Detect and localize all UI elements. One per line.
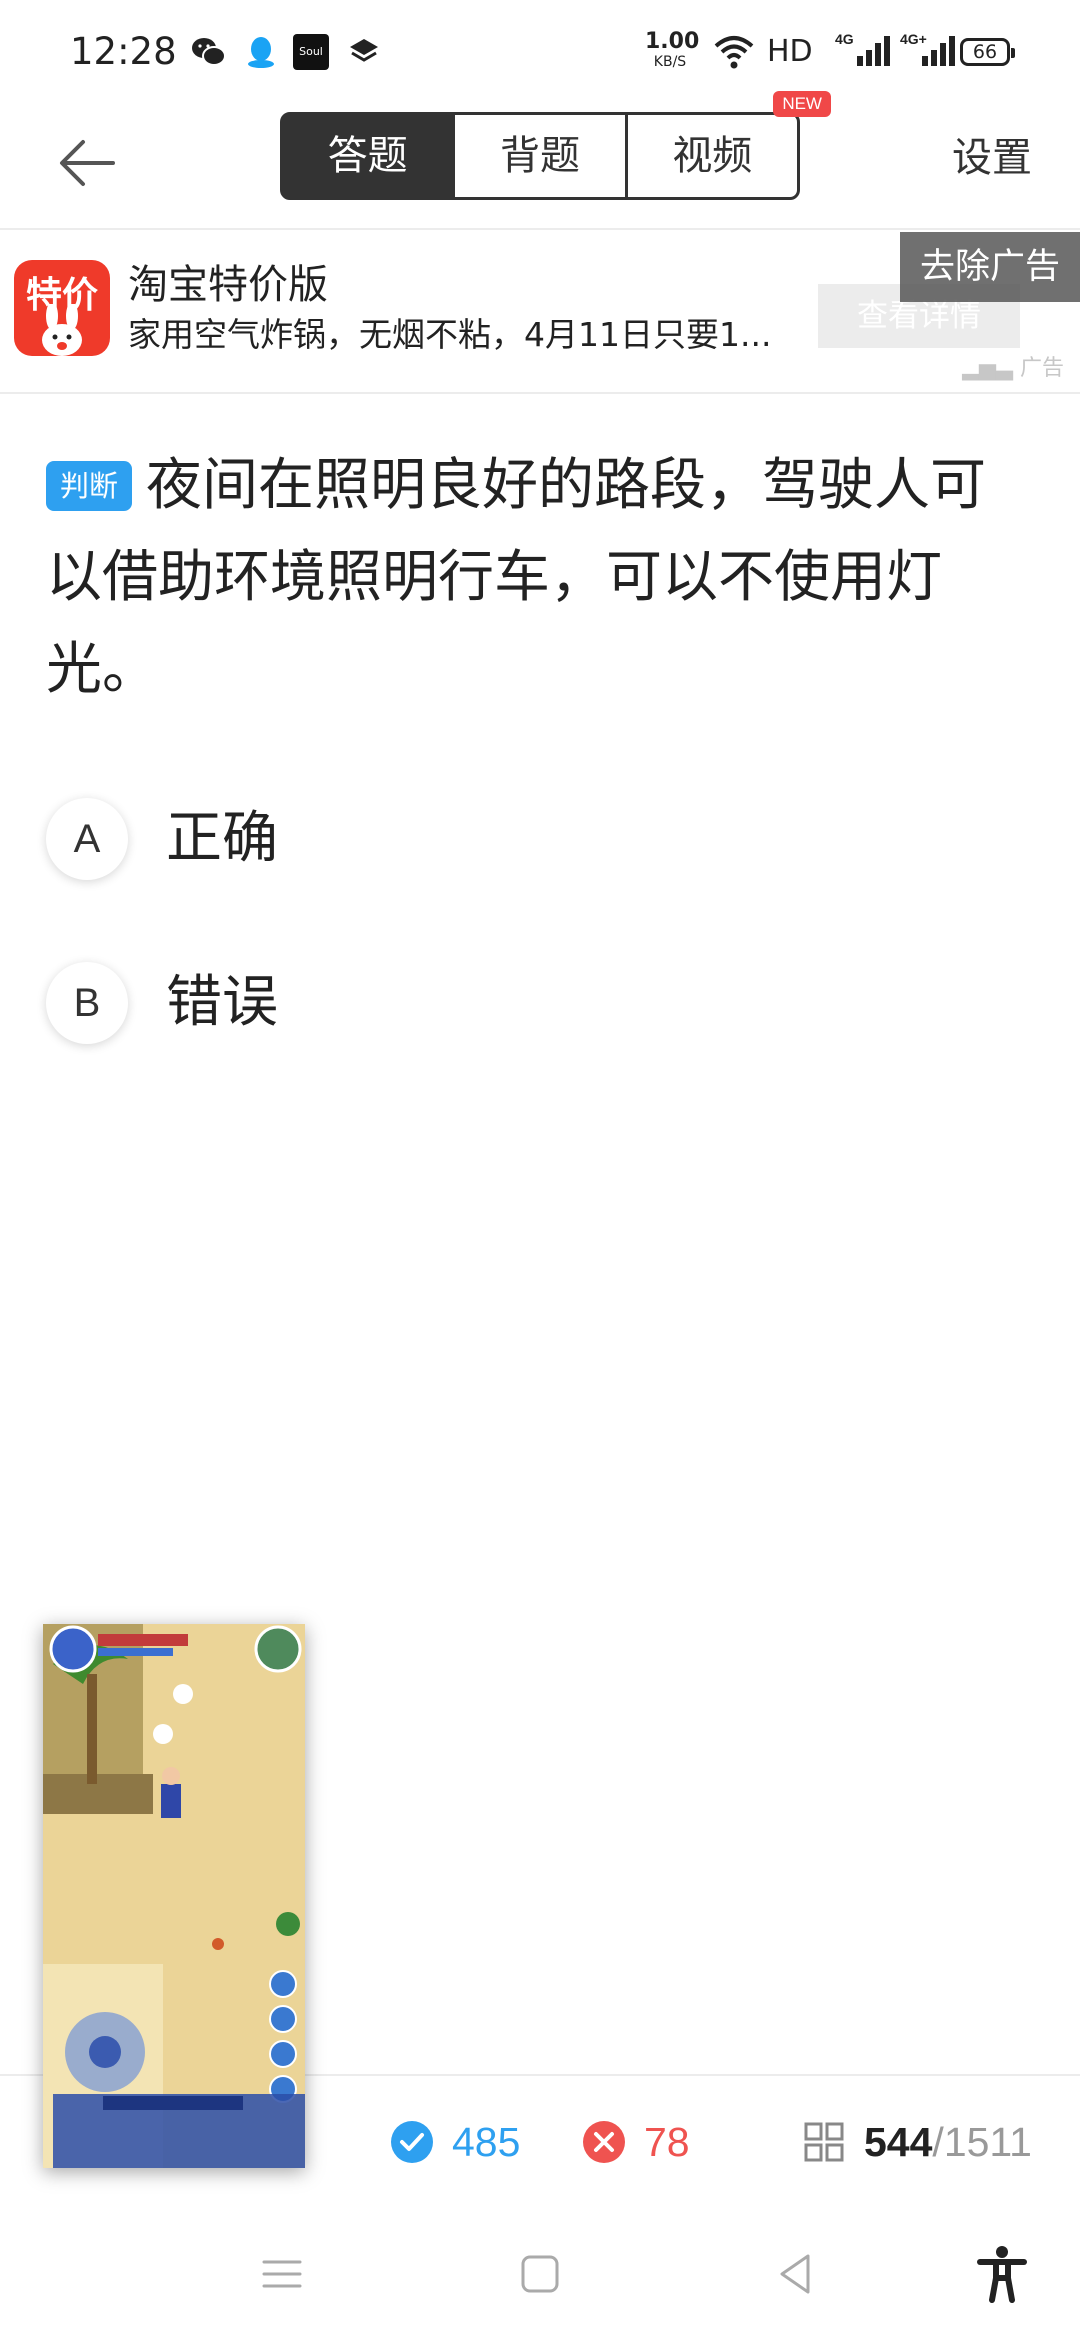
home-icon[interactable] [510,2244,570,2304]
mode-tabs: 答题 背题 视频 NEW [280,91,831,200]
svg-text:4G+: 4G+ [900,31,927,47]
new-badge: NEW [773,91,831,117]
check-circle-icon [391,2121,433,2163]
option-b-label: 错误 [166,970,278,1035]
tab-answer[interactable]: 答题 [283,115,456,197]
ad-mark-label: 广告 [1019,356,1064,381]
signal-4g-icon: 4G [835,31,890,66]
tab-video-label: 视频 [672,133,753,179]
x-circle-icon [583,2121,625,2163]
option-b[interactable]: B 错误 [46,958,746,1048]
status-time: 12:28 [70,30,177,73]
nav-back-icon[interactable] [766,2244,826,2304]
accessibility-icon[interactable] [972,2244,1032,2304]
remove-ad-button[interactable]: 去除广告 [900,232,1080,302]
taobao-special-logo: 特价 [14,260,110,356]
wrong-count-value: 78 [644,2118,690,2165]
floating-game-window[interactable] [43,1624,305,2168]
top-header: 答题 背题 视频 NEW 设置 [0,91,1080,230]
hd-indicator: HD [767,34,813,69]
signal-4g-plus-icon: 4G+ [900,31,955,66]
status-bar: 12:28 Soul 1.00 KB/S HD 4G 4G+ 66 [0,0,1080,100]
grid-icon [804,2122,844,2162]
svg-text:4G: 4G [835,31,854,47]
ad-network-icon: ▂▅▃ [962,356,1020,381]
menu-icon[interactable] [252,2244,312,2304]
option-a-letter: A [46,798,128,880]
back-arrow-icon[interactable] [55,128,125,198]
system-nav-bar [0,2208,1080,2340]
network-speed: 1.00 KB/S [645,29,700,71]
question-text-block: 判断 夜间在照明良好的路段，驾驶人可以借助环境照明行车，可以不使用灯光。 [46,440,1036,716]
ad-banner[interactable]: 特价 淘宝特价版 家用空气炸锅，无烟不粘，4月11日只要1... 查看详情 去除… [0,232,1080,394]
wifi-icon [714,36,754,69]
qq-icon [248,37,274,68]
progress-current: 544 [864,2118,933,2165]
settings-button[interactable]: 设置 [952,128,1032,188]
question-type-badge: 判断 [46,461,133,511]
battery-indicator: 66 [960,38,1015,66]
soul-app-icon: Soul [293,34,329,70]
question-progress[interactable]: 544/1511 [802,2110,1032,2174]
option-a[interactable]: A 正确 [46,794,746,884]
progress-total: /1511 [932,2118,1032,2165]
correct-count-value: 485 [452,2118,521,2165]
wrong-count[interactable]: 78 [582,2110,690,2174]
layers-icon [350,39,378,62]
game-screenshot [43,1624,305,2168]
ad-mark: ▂▅▃ 广告 [962,350,1064,382]
rabbit-mascot-icon [42,304,82,356]
ad-description: 家用空气炸锅，无烟不粘，4月11日只要1... [128,315,772,354]
option-b-letter: B [46,962,128,1044]
option-a-label: 正确 [166,806,278,871]
wechat-icon [192,38,226,66]
tab-memorize[interactable]: 背题 [455,115,628,197]
question-text: 夜间在照明良好的路段，驾驶人可以借助环境照明行车，可以不使用灯光。 [46,453,987,702]
tab-video[interactable]: 视频 NEW [628,91,831,197]
ad-title: 淘宝特价版 [128,262,328,308]
correct-count[interactable]: 485 [390,2110,520,2174]
